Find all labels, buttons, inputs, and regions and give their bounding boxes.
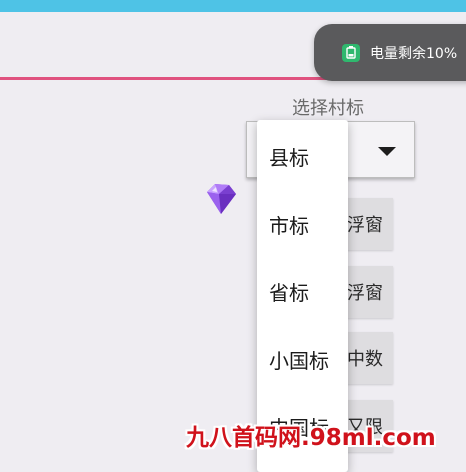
- battery-toast: 电量剩余10%: [314, 24, 466, 81]
- battery-icon: [342, 43, 360, 62]
- option-province[interactable]: 省标: [269, 277, 309, 306]
- select-label: 选择村标: [292, 98, 364, 119]
- option-small-country[interactable]: 小国标: [269, 345, 329, 374]
- dropdown-arrow-icon[interactable]: [378, 147, 396, 156]
- watermark: 九八首码网.98ml.com: [186, 425, 436, 451]
- status-bar: [0, 0, 466, 12]
- option-county[interactable]: 县标: [269, 142, 309, 171]
- option-city[interactable]: 市标: [269, 210, 309, 239]
- toast-text: 电量剩余10%: [370, 45, 458, 62]
- diamond-icon[interactable]: [203, 182, 239, 216]
